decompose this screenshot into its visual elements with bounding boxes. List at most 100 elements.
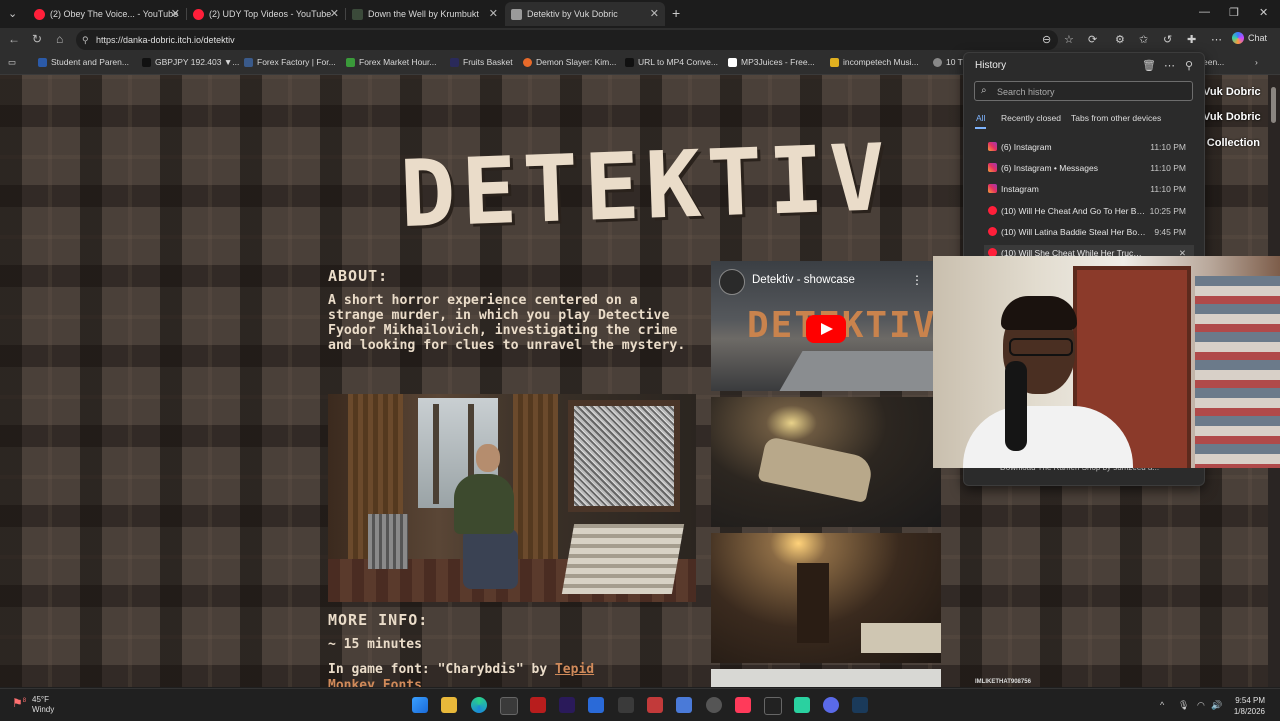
store-icon[interactable] [500,697,518,715]
favorites-icon[interactable]: ✩ [1139,33,1148,46]
history-item[interactable]: (10) Will Latina Baddie Steal Her Boyfri… [984,224,1194,242]
screenshot-interior[interactable] [328,394,696,602]
music-icon[interactable] [735,697,751,713]
history-tab-all[interactable]: All [976,113,985,123]
youtube-embed[interactable]: DETEKTIV Detektiv - showcase ⋮ [711,261,963,391]
history-more-icon[interactable]: ⋯ [1164,59,1175,72]
video-more-icon[interactable]: ⋮ [911,273,923,287]
app-red-icon[interactable] [530,697,546,713]
new-tab-icon[interactable]: + [672,5,680,21]
instagram-icon [988,184,997,193]
bookmark-item[interactable]: MP3Juices - Free... [728,57,815,67]
word-icon[interactable] [588,697,604,713]
screenshot-hallway[interactable] [711,533,941,663]
instagram-icon [988,142,997,151]
text-app-icon[interactable] [647,697,663,713]
converter-icon [625,57,634,67]
history-tab-recently-closed[interactable]: Recently closed [1001,113,1061,123]
xbox-icon[interactable] [706,697,722,713]
microphone-icon[interactable]: 🎙 [1178,700,1189,711]
bookmark-item[interactable]: Demon Slayer: Kim... [523,57,616,67]
page-icon [511,8,522,20]
close-tab-icon[interactable]: ✕ [489,7,498,20]
microphone [1005,361,1027,451]
history-tab-other-devices[interactable]: Tabs from other devices [1071,113,1161,123]
tray-chevron-icon[interactable]: ^ [1160,700,1164,710]
copilot-chat-button[interactable]: Chat [1232,32,1267,44]
delete-history-icon[interactable]: 🗑 [1142,59,1156,72]
site-info-icon[interactable]: ⚲ [82,30,89,50]
tab-down-the-well[interactable]: Down the Well by Krumbukt ✕ [346,2,504,26]
bookmark-item[interactable]: Fruits Basket [450,57,513,67]
windows-taskbar: ⚑8 45°F Windy ^ 🎙 ◠ 🔊 9:54 PM 1/8/2026 [0,688,1280,721]
bookmark-item[interactable]: GBPJPY 192.403 ▼... [142,57,239,67]
app-window-icon[interactable] [676,697,692,713]
pin-icon[interactable]: ⚲ [1185,59,1193,72]
close-tab-icon[interactable]: ✕ [330,7,339,20]
history-item[interactable]: (10) Will He Cheat And Go To Her BEDR...… [984,203,1194,221]
tab-actions-chevron-icon[interactable]: ⌄ [8,7,17,20]
refresh-extension-icon[interactable]: ⟳ [1088,33,1097,46]
bookmarks-menu-icon[interactable]: ▭ [8,57,16,68]
back-icon[interactable]: ← [8,32,20,46]
bookmark-item[interactable]: Student and Paren... [38,57,129,67]
edge-icon[interactable] [471,697,487,713]
scrollbar-thumb[interactable] [1271,87,1276,123]
table [561,524,685,594]
screenshot-car[interactable] [711,397,941,527]
streamer-watermark: IMLIKETHAT908756 [975,679,1031,685]
more-options-icon[interactable]: ⋯ [1211,33,1222,46]
restore-icon[interactable]: ❐ [1229,6,1239,19]
video-title[interactable]: Detektiv - showcase [752,274,855,286]
close-tab-icon[interactable]: ✕ [171,7,180,20]
tab-youtube-udy[interactable]: (2) UDY Top Videos - YouTube ✕ [187,2,345,26]
youtube-icon [193,8,204,20]
bookmark-item[interactable]: Forex Market Hour... [346,57,436,67]
discord-icon[interactable] [823,697,839,713]
channel-avatar[interactable] [719,269,745,295]
address-input[interactable]: ⚲ https://danka-dobric.itch.io/detektiv [76,30,1058,50]
refresh-icon[interactable]: ↻ [32,32,42,46]
history-item[interactable]: Instagram 11:10 PM [984,181,1194,199]
font-credit-line-2: Monkey Fonts [328,678,422,687]
tab-detektiv[interactable]: Detektiv by Vuk Dobric ✕ [505,2,665,26]
bookmark-item[interactable]: URL to MP4 Conve... [625,57,718,67]
epic-games-icon[interactable] [764,697,782,715]
home-icon[interactable]: ⌂ [56,32,63,46]
font-credit-link[interactable]: Tepid [555,662,594,677]
collection-link[interactable]: o Collection [1197,137,1260,149]
extensions-puzzle-icon[interactable]: ✚ [1187,33,1196,46]
file-explorer-icon[interactable] [441,697,457,713]
premiere-icon[interactable] [559,697,575,713]
forex-factory-icon [244,57,253,67]
history-search-input[interactable] [995,84,1189,100]
creator-link[interactable]: Vuk Dobric [1203,111,1261,123]
app-green-icon[interactable] [794,697,810,713]
bookmark-item[interactable]: incompetech Musi... [830,57,919,67]
screenshot-partial[interactable] [711,669,941,687]
bookmark-item[interactable]: 10 T [933,57,963,67]
history-item[interactable]: (6) Instagram 11:10 PM [984,139,1194,157]
extension-icon[interactable]: ⚙ [1115,33,1125,46]
minimize-icon[interactable]: — [1199,6,1210,18]
volume-icon[interactable]: 🔊 [1211,700,1222,711]
close-window-icon[interactable]: ✕ [1259,6,1268,19]
bookmark-item[interactable]: een... [1203,57,1224,67]
mp3juices-icon [728,57,737,67]
history-icon[interactable]: ↺ [1163,33,1172,46]
play-button-icon[interactable] [806,315,846,343]
close-tab-icon[interactable]: ✕ [650,7,659,20]
wifi-icon[interactable]: ◠ [1197,700,1205,711]
reader-mode-icon[interactable]: ⊖ [1042,33,1051,46]
history-item[interactable]: (6) Instagram • Messages 11:10 PM [984,160,1194,178]
app-icon[interactable] [618,697,634,713]
start-icon[interactable] [412,697,428,713]
tab-youtube-obey[interactable]: (2) Obey The Voice... - YouTube ✕ [28,2,186,26]
steam-icon[interactable] [852,697,868,713]
creator-link[interactable]: Vuk Dobric [1203,86,1261,98]
bookmarks-overflow-icon[interactable]: › [1255,57,1258,67]
clock[interactable]: 9:54 PM 1/8/2026 [1225,695,1265,717]
bookmark-item[interactable]: Forex Factory | For... [244,57,336,67]
favorite-star-icon[interactable]: ☆ [1064,33,1074,46]
font-credit-link-2[interactable]: Monkey Fonts [328,678,422,687]
